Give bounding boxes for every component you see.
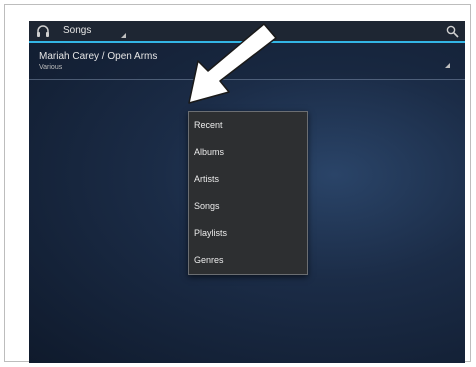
menu-item-albums[interactable]: Albums <box>189 139 307 166</box>
now-playing-subtitle: Various <box>39 64 63 71</box>
menu-item-artists[interactable]: Artists <box>189 166 307 193</box>
now-playing-title: Mariah Carey / Open Arms <box>39 51 158 62</box>
screenshot-frame: Songs Mariah Carey / Open Arms Various R… <box>4 4 471 363</box>
nav-dropdown-label[interactable]: Songs <box>63 25 91 36</box>
search-icon[interactable] <box>446 25 459 38</box>
pointer-arrow-icon <box>188 23 277 104</box>
menu-item-genres[interactable]: Genres <box>189 247 307 274</box>
device-screen: Songs Mariah Carey / Open Arms Various R… <box>29 21 465 363</box>
navigation-dropdown-menu: Recent Albums Artists Songs Playlists Ge… <box>188 111 308 275</box>
menu-item-recent[interactable]: Recent <box>189 112 307 139</box>
menu-item-songs[interactable]: Songs <box>189 193 307 220</box>
dropdown-indicator-icon <box>121 33 126 38</box>
dropdown-indicator-icon <box>445 63 450 68</box>
menu-item-playlists[interactable]: Playlists <box>189 220 307 247</box>
headphones-icon[interactable] <box>36 24 50 38</box>
